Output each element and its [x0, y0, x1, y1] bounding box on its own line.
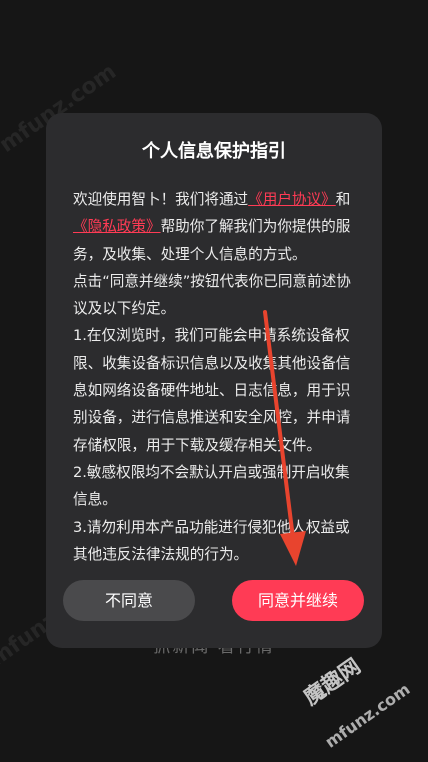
dialog-title: 个人信息保护指引	[142, 141, 286, 162]
intro-mid: 和	[335, 191, 351, 208]
term-3: 3.请勿利用本产品功能进行侵犯他人权益或其他违反法律法规的行为。	[73, 518, 350, 563]
consent-paragraph: 点击“同意并继续”按钮代表你已同意前述协议及以下约定。	[73, 272, 351, 318]
user-agreement-link[interactable]: 《用户协议》	[248, 191, 336, 208]
decline-button[interactable]: 不同意	[63, 580, 195, 621]
intro-prefix: 欢迎使用智卜！我们将通过	[73, 191, 249, 208]
dialog-body: 欢迎使用智卜！我们将通过《用户协议》和《隐私政策》帮助你了解我们为你提供的服务，…	[73, 186, 359, 568]
accept-continue-button[interactable]: 同意并继续	[232, 580, 364, 621]
watermark-logo: 魔趣网	[299, 653, 365, 710]
privacy-policy-link[interactable]: 《隐私政策》	[73, 218, 161, 235]
term-2: 2.敏感权限均不会默认开启或强制开启收集信息。	[73, 463, 350, 509]
privacy-dialog: 个人信息保护指引 欢迎使用智卜！我们将通过《用户协议》和《隐私政策》帮助你了解我…	[46, 113, 382, 648]
intro-paragraph: 欢迎使用智卜！我们将通过《用户协议》和《隐私政策》帮助你了解我们为你提供的服务，…	[73, 186, 359, 268]
term-1: 1.在仅浏览时，我们可能会申请系统设备权限、收集设备标识信息以及收集其他设备信息…	[73, 327, 351, 454]
status-bar	[0, 0, 428, 28]
